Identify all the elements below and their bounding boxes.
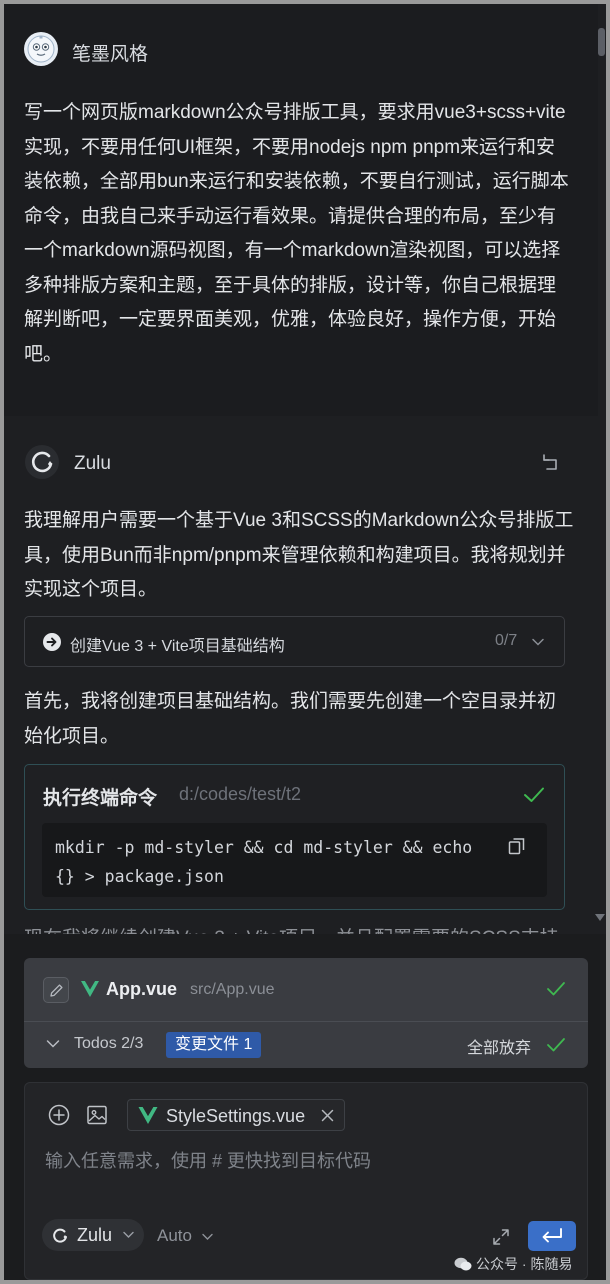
changed-file-name[interactable]: App.vue [106,979,177,1000]
user-avatar [24,32,58,66]
scrollbar-thumb[interactable] [598,28,605,56]
expand-icon[interactable] [491,1227,511,1247]
watermark-text: 公众号 · 陈随易 [476,1256,573,1272]
accept-all-check-icon[interactable] [546,1036,566,1054]
discard-all-button[interactable]: 全部放弃 [467,1034,531,1058]
vue-logo-icon [138,1107,158,1124]
model-label: Zulu [77,1225,113,1245]
enter-icon [542,1228,562,1243]
changed-files-badge[interactable]: 变更文件 1 [166,1032,262,1058]
image-icon[interactable] [85,1103,109,1127]
user-prompt-text: 写一个网页版markdown公众号排版工具，要求用vue3+scss+vite实… [24,102,569,365]
changed-file-path: src/App.vue [190,981,275,998]
chevron-down-icon[interactable] [531,635,545,649]
task-progress-card[interactable]: 创建Vue 3 + Vite项目基础结构 0/7 [24,616,565,667]
undo-icon[interactable] [538,450,562,474]
assistant-step-text: 首先，我将创建项目基础结构。我们需要先创建一个空目录并初始化项目。 [24,691,557,747]
assistant-name: Zulu [74,453,111,474]
check-icon [524,787,544,802]
mode-selector[interactable]: Auto [157,1226,192,1246]
prompt-input[interactable]: 输入任意需求，使用 # 更快找到目标代码 [45,1147,371,1173]
chevron-down-icon[interactable] [46,1039,60,1049]
copy-icon[interactable] [507,836,527,856]
attached-file-chip[interactable]: StyleSettings.vue [127,1099,345,1131]
file-changes-card: App.vue src/App.vue Todos 2/3 变更文件 1 全部放… [24,958,588,1068]
terminal-title: 执行终端命令 [43,788,158,809]
command-text: mkdir -p md-styler && cd md-styler && ec… [55,838,473,886]
vue-logo-icon [81,981,99,997]
composer: StyleSettings.vue 输入任意需求，使用 # 更快找到目标代码 Z… [24,1082,588,1280]
chevron-down-icon[interactable] [202,1233,213,1241]
accept-check-icon[interactable] [546,980,566,998]
task-count: 0/7 [495,632,518,649]
robot-face-icon [27,35,55,63]
send-button[interactable] [528,1221,576,1251]
wechat-icon [454,1257,472,1271]
add-circle-icon[interactable] [47,1103,71,1127]
close-icon[interactable] [320,1108,335,1123]
zulu-logo-icon [53,1228,67,1243]
zulu-logo-icon [25,445,59,479]
terminal-command-card: 执行终端命令 d:/codes/test/t2 mkdir -p md-styl… [24,764,565,910]
assistant-intro-text: 我理解用户需要一个基于Vue 3和SCSS的Markdown公众号排版工具，使用… [24,510,574,600]
todos-label[interactable]: Todos 2/3 [74,1035,143,1053]
arrow-right-circle-icon [43,633,61,651]
task-label: 创建Vue 3 + Vite项目基础结构 [70,638,285,655]
app-window: 笔墨风格 写一个网页版markdown公众号排版工具，要求用vue3+scss+… [4,4,606,1280]
divider [24,1021,588,1022]
scroll-down-arrow-icon[interactable] [595,914,605,921]
edit-button[interactable] [43,977,69,1003]
attached-file-name: StyleSettings.vue [166,1106,306,1126]
watermark: 公众号 · 陈随易 [454,1254,572,1274]
scrollbar[interactable] [595,4,606,934]
pencil-icon [50,984,63,997]
user-name: 笔墨风格 [72,44,149,65]
user-message-block: 笔墨风格 写一个网页版markdown公众号排版工具，要求用vue3+scss+… [4,4,598,416]
model-selector[interactable]: Zulu [42,1219,144,1251]
command-code-block: mkdir -p md-styler && cd md-styler && ec… [42,823,547,897]
chevron-down-icon [123,1231,134,1238]
terminal-path: d:/codes/test/t2 [179,784,302,804]
